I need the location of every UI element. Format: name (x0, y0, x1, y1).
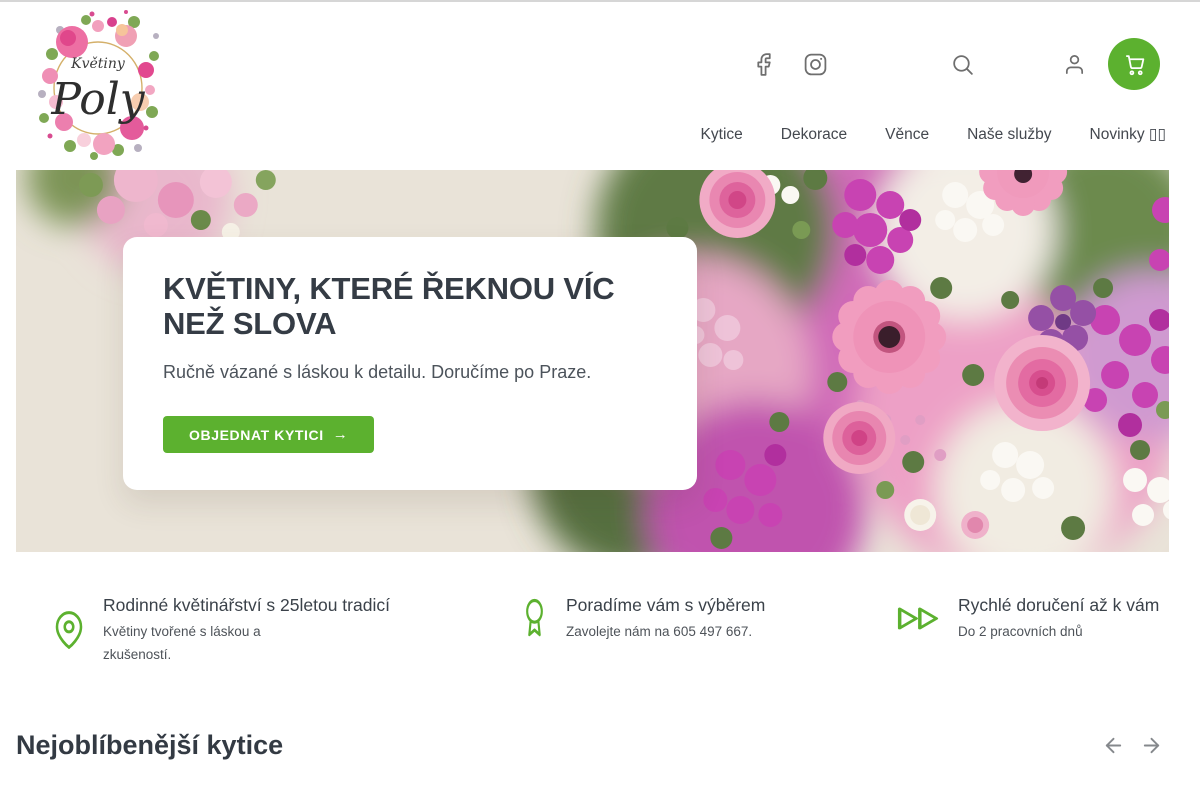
hero: KVĚTINY, KTERÉ ŘEKNOU VÍC NEŽ SLOVA Ručn… (16, 170, 1169, 552)
features-row: Rodinné květinářství s 25letou tradicí K… (0, 593, 1200, 693)
arrow-right-icon (1140, 734, 1163, 757)
feature-delivery: Rychlé doručení až k vám Do 2 pracovních… (896, 593, 1159, 643)
logo-text-top: Květiny (70, 56, 126, 72)
popular-section-title: Nejoblíbenější kytice (16, 730, 283, 761)
hero-card: KVĚTINY, KTERÉ ŘEKNOU VÍC NEŽ SLOVA Ručn… (123, 237, 697, 490)
feature-subtitle: Zavolejte nám na 605 497 667. (566, 620, 765, 643)
account-icon[interactable] (1063, 53, 1086, 76)
feature-title: Rodinné květinářství s 25letou tradicí (103, 593, 390, 617)
page: Květiny Poly (0, 0, 1200, 800)
cart-icon (1122, 52, 1147, 77)
instagram-icon[interactable] (803, 52, 828, 77)
order-button-label: OBJEDNAT KYTICI (189, 427, 324, 443)
nav-item-kytice[interactable]: Kytice (701, 123, 743, 147)
nav-item-vence[interactable]: Věnce (885, 123, 929, 147)
top-divider (0, 0, 1200, 2)
popular-section-header: Nejoblíbenější kytice (16, 730, 1163, 761)
main-nav: Kytice Dekorace Věnce Naše služby Novink… (701, 123, 1166, 147)
location-pin-icon (53, 611, 85, 649)
feature-subtitle: Do 2 pracovních dnů (958, 620, 1159, 643)
hero-title-line2: NEŽ SLOVA (163, 306, 657, 341)
feature-title: Rychlé doručení až k vám (958, 593, 1159, 617)
logo-text-main: Poly (50, 74, 145, 125)
carousel-next-button[interactable] (1140, 734, 1163, 757)
arrow-right-icon: → (333, 426, 349, 443)
header-utility (751, 38, 1160, 90)
hero-title-line1: KVĚTINY, KTERÉ ŘEKNOU VÍC (163, 271, 657, 306)
logo-wreath-icon: Květiny Poly (34, 8, 162, 164)
carousel-nav (1102, 734, 1163, 757)
logo[interactable]: Květiny Poly (34, 8, 162, 164)
nav-item-novinky[interactable]: Novinky ▯▯ (1090, 123, 1167, 147)
fast-forward-icon (896, 602, 940, 635)
feature-tradition: Rodinné květinářství s 25letou tradicí K… (53, 593, 390, 666)
nav-item-nase-sluzby[interactable]: Naše služby (967, 123, 1051, 147)
feature-advice: Poradíme vám s výběrem Zavolejte nám na … (521, 593, 765, 643)
hero-subtitle: Ručně vázané s láskou k detailu. Doručím… (163, 362, 657, 383)
carousel-prev-button[interactable] (1102, 734, 1125, 757)
cart-button[interactable] (1108, 38, 1160, 90)
hero-title: KVĚTINY, KTERÉ ŘEKNOU VÍC NEŽ SLOVA (163, 271, 657, 341)
order-bouquet-button[interactable]: OBJEDNAT KYTICI → (163, 416, 374, 453)
nav-item-dekorace[interactable]: Dekorace (781, 123, 847, 147)
award-icon (521, 598, 548, 638)
feature-subtitle: Květiny tvořené s láskou a zkušeností. (103, 620, 293, 666)
facebook-icon[interactable] (751, 52, 776, 77)
feature-title: Poradíme vám s výběrem (566, 593, 765, 617)
search-icon[interactable] (950, 52, 975, 77)
arrow-left-icon (1102, 734, 1125, 757)
